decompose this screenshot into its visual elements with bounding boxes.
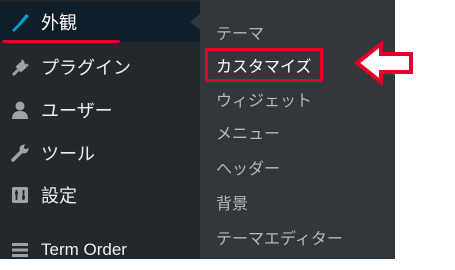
submenu-item-background[interactable]: 背景 bbox=[208, 187, 248, 217]
sidebar-item-tools[interactable]: ツール bbox=[0, 133, 200, 173]
sidebar-item-label: ツール bbox=[41, 144, 95, 165]
plug-icon bbox=[9, 56, 31, 78]
callout-arrow-icon bbox=[353, 40, 413, 86]
submenu-item-label: メニュー bbox=[216, 124, 281, 143]
sidebar-item-label: 外観 bbox=[41, 13, 77, 34]
admin-sidebar: 外観 プラグイン ユーザー ツール 設定 Term Order bbox=[0, 0, 200, 259]
submenu-item-label: カスタマイズ bbox=[216, 57, 312, 76]
submenu-item-widgets[interactable]: ウィジェット bbox=[208, 84, 312, 114]
sidebar-item-label: Term Order bbox=[41, 240, 127, 259]
submenu-item-theme-editor[interactable]: テーマエディター bbox=[208, 222, 343, 252]
sidebar-item-term-order[interactable]: Term Order bbox=[0, 230, 200, 270]
sidebar-item-label: 設定 bbox=[41, 186, 77, 207]
sidebar-item-label: プラグイン bbox=[41, 58, 131, 79]
submenu-item-customize[interactable]: カスタマイズ bbox=[205, 48, 323, 82]
active-underline bbox=[2, 40, 120, 43]
list-icon bbox=[9, 239, 31, 261]
sidebar-item-settings[interactable]: 設定 bbox=[0, 175, 200, 215]
sidebar-item-users[interactable]: ユーザー bbox=[0, 90, 200, 130]
submenu-item-label: ヘッダー bbox=[216, 159, 281, 178]
paintbrush-icon bbox=[9, 11, 31, 33]
sidebar-item-plugins[interactable]: プラグイン bbox=[0, 47, 200, 87]
submenu-item-header[interactable]: ヘッダー bbox=[208, 152, 280, 182]
submenu-pointer bbox=[190, 14, 200, 30]
user-icon bbox=[9, 99, 31, 121]
submenu-item-menus[interactable]: メニュー bbox=[208, 117, 280, 147]
submenu-item-themes[interactable]: テーマ bbox=[208, 17, 264, 47]
sidebar-item-appearance[interactable]: 外観 bbox=[0, 2, 200, 42]
submenu-item-label: 背景 bbox=[216, 194, 249, 213]
sidebar-item-label: ユーザー bbox=[41, 101, 113, 122]
wrench-icon bbox=[9, 142, 31, 164]
submenu-item-label: テーマ bbox=[216, 24, 265, 43]
settings-icon bbox=[9, 184, 31, 206]
appearance-submenu: テーマ カスタマイズ ウィジェット メニュー ヘッダー 背景 テーマエディター bbox=[200, 0, 395, 259]
submenu-item-label: テーマエディター bbox=[216, 229, 343, 248]
submenu-item-label: ウィジェット bbox=[216, 91, 313, 110]
